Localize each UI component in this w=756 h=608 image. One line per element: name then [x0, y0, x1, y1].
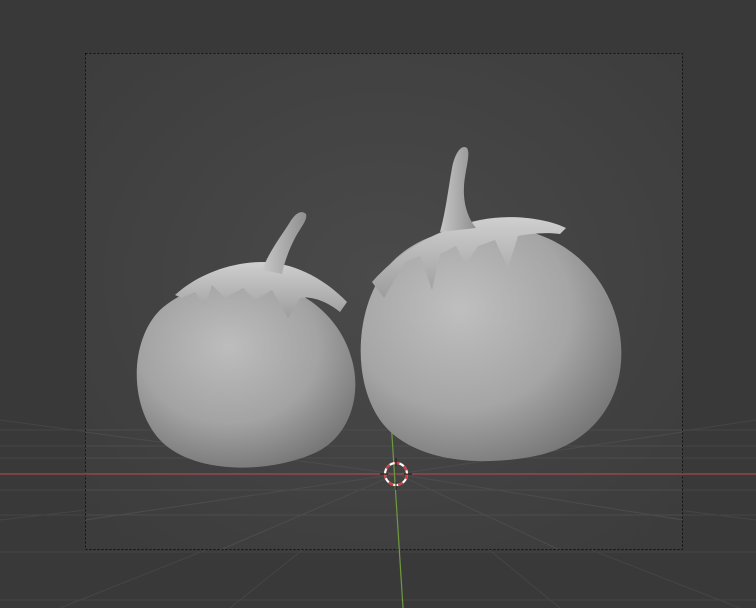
3d-viewport[interactable] [0, 0, 756, 608]
